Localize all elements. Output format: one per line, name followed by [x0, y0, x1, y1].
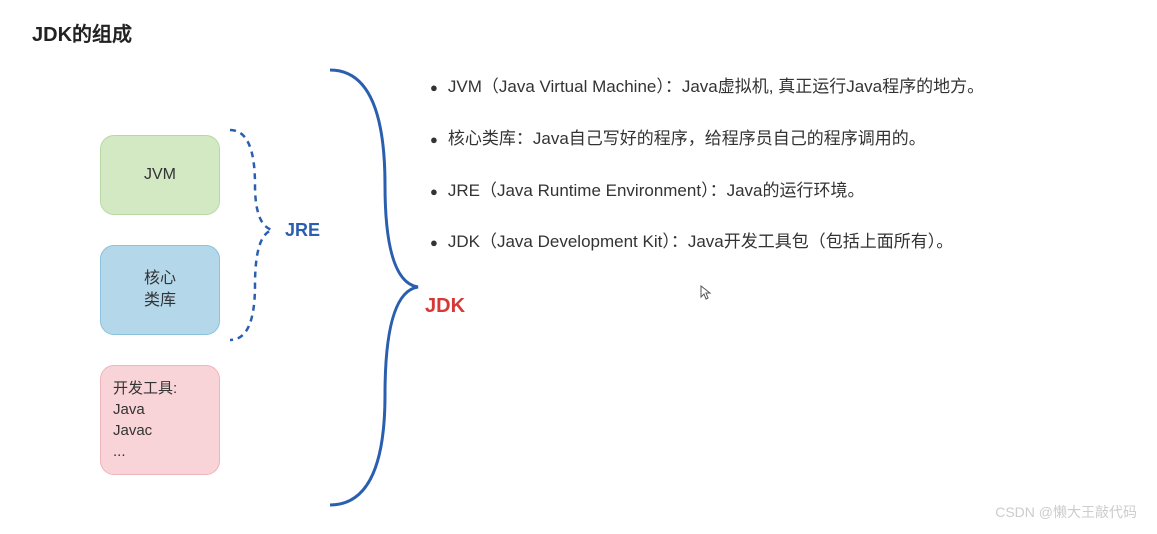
- box-jvm: JVM: [100, 135, 220, 215]
- bullet-item: JRE（Java Runtime Environment）：Java的运行环境。: [430, 179, 1120, 203]
- jdk-label: JDK: [425, 295, 465, 318]
- bullet-item: 核心类库：Java自己写好的程序，给程序员自己的程序调用的。: [430, 127, 1120, 151]
- box-dev-label: 开发工具: Java Javac ...: [113, 378, 177, 462]
- page-title: JDK的组成: [32, 18, 132, 47]
- bullet-list: JVM（Java Virtual Machine）：Java虚拟机, 真正运行J…: [430, 75, 1120, 282]
- jre-bracket: [230, 125, 280, 345]
- box-jvm-label: JVM: [144, 164, 176, 186]
- jdk-bracket: [330, 65, 425, 515]
- bullet-item: JVM（Java Virtual Machine）：Java虚拟机, 真正运行J…: [430, 75, 1120, 99]
- jre-label: JRE: [285, 220, 320, 241]
- watermark: CSDN @懒大王敲代码: [995, 502, 1137, 522]
- bullet-item: JDK（Java Development Kit）：Java开发工具包（包括上面…: [430, 230, 1120, 254]
- box-core-label: 核心 类库: [144, 268, 176, 313]
- box-dev-tools: 开发工具: Java Javac ...: [100, 365, 220, 475]
- box-core-lib: 核心 类库: [100, 245, 220, 335]
